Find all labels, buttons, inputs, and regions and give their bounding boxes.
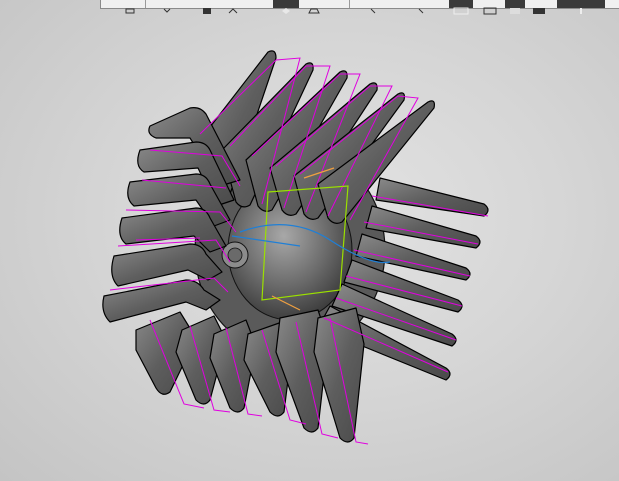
cylinder-fins-model[interactable] (0, 0, 619, 481)
rotate-icon[interactable] (227, 0, 239, 14)
zoom-icon[interactable] (307, 0, 321, 14)
section-icon[interactable] (479, 0, 501, 15)
display-mode-icon[interactable] (505, 0, 525, 14)
3d-viewport[interactable] (0, 0, 619, 481)
dimension-icon[interactable] (161, 0, 173, 13)
pan-icon[interactable] (367, 0, 379, 14)
sketch-icon[interactable] (123, 0, 137, 14)
wireframe-icon[interactable] (449, 0, 473, 15)
shaded-with-edges-icon[interactable] (415, 0, 427, 14)
perspective-icon[interactable] (529, 0, 551, 14)
light-icon[interactable] (557, 0, 605, 14)
view-toolbar (100, 0, 619, 15)
shaded-view-icon[interactable] (201, 0, 213, 14)
orientation-icon[interactable] (273, 0, 299, 14)
